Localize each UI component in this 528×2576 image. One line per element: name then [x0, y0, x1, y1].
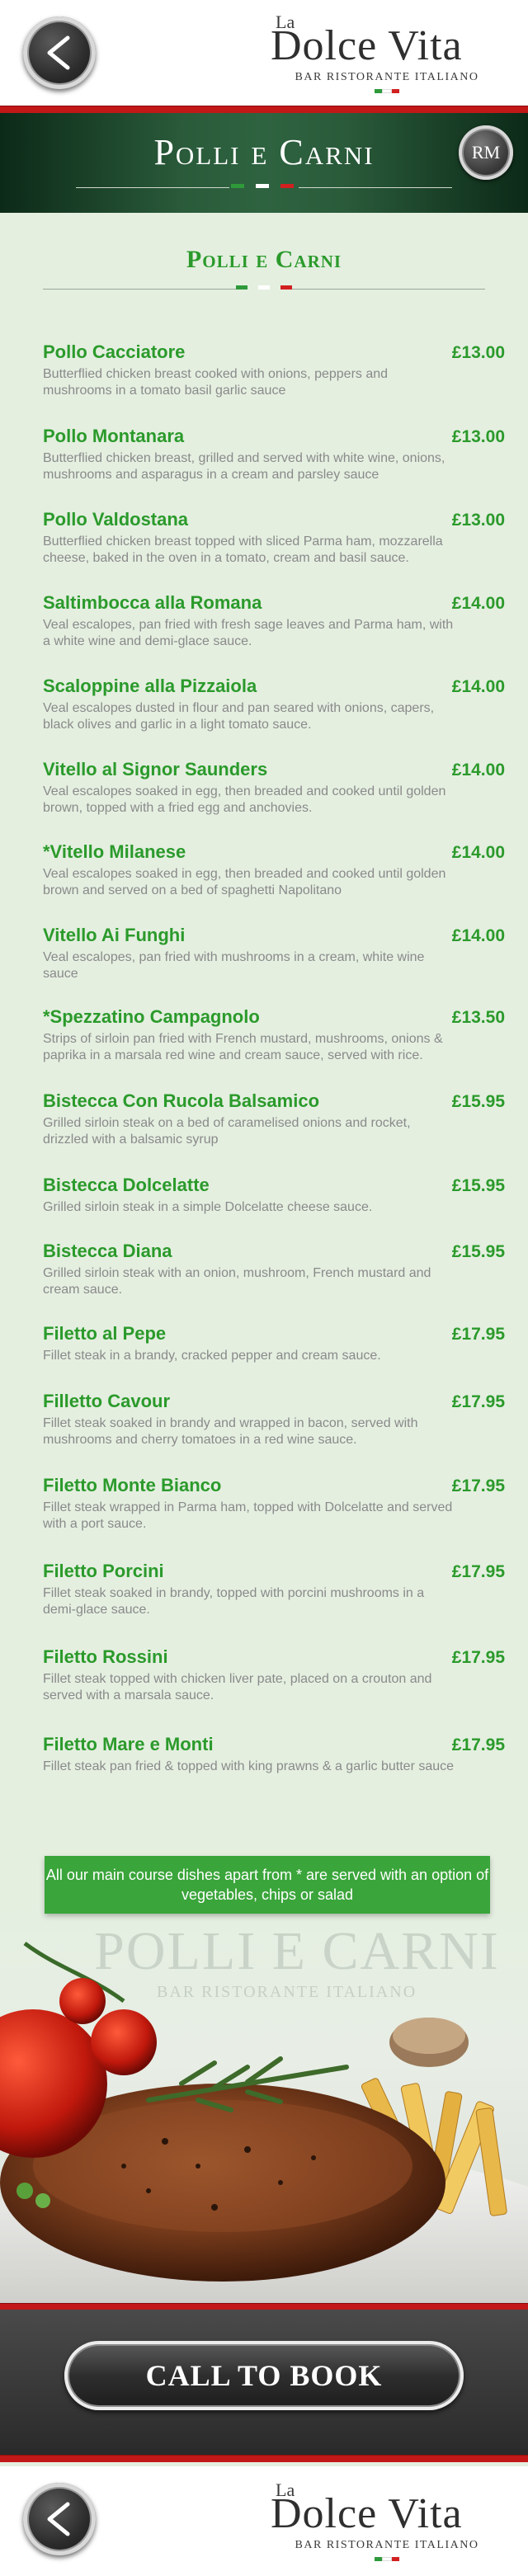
item-price: £15.95: [451, 1242, 505, 1261]
page-title: Polli e Carni: [153, 132, 375, 172]
item-description: Grilled sirloin steak with an onion, mus…: [43, 1266, 431, 1297]
item-description: Veal escalopes dusted in flour and pan s…: [43, 701, 435, 732]
food-image: POLLI E CARNI BAR RISTORANTE ITALIANO: [0, 1894, 528, 2310]
item-price: £14.00: [451, 926, 505, 945]
item-name: *Spezzatino Campagnolo: [43, 1006, 260, 1027]
item-name: Filetto Rossini: [43, 1646, 168, 1667]
back-button[interactable]: [23, 16, 96, 89]
item-description: Veal escalopes, pan fried with fresh sag…: [43, 618, 454, 648]
item-name: Filetto Monte Bianco: [43, 1475, 222, 1495]
item-description: Fillet steak wrapped in Parma ham, toppe…: [43, 1500, 453, 1531]
item-description: Butterflied chicken breast, grilled and …: [43, 451, 446, 482]
flag-stripes-icon: [231, 184, 294, 188]
section-rule-right: [292, 289, 485, 290]
red-divider-bar: [0, 106, 528, 113]
item-description: Veal escalopes, pan fried with mushrooms…: [43, 950, 425, 981]
item-price: £17.95: [451, 1562, 505, 1581]
section-title: Polli e Carni: [186, 246, 342, 273]
item-price: £13.50: [451, 1008, 505, 1027]
item-price: £17.95: [451, 1648, 505, 1667]
item-name: Vitello Ai Funghi: [43, 925, 186, 945]
item-description: Fillet steak in a brandy, cracked pepper…: [43, 1349, 381, 1363]
item-description: Butterflied chicken breast cooked with o…: [43, 367, 389, 398]
item-description: Fillet steak soaked in brandy, topped wi…: [43, 1586, 425, 1617]
top-header: La Dolce Vita BAR RISTORANTE ITALIANO: [0, 0, 528, 106]
item-name: Pollo Montanara: [43, 426, 185, 446]
item-price: £17.95: [451, 1735, 505, 1754]
item-price: £14.00: [451, 843, 505, 862]
restaurant-logo: La Dolce Vita BAR RISTORANTE ITALIANO: [271, 12, 503, 97]
rm-button[interactable]: RM: [459, 125, 513, 180]
item-description: Fillet steak topped with chicken liver p…: [43, 1672, 432, 1702]
menu-content: Polli e Carni Pollo Cacciatore £13.00 Bu…: [0, 213, 528, 1894]
title-rule-left: [76, 187, 229, 188]
item-price: £14.00: [451, 761, 505, 779]
item-price: £17.95: [451, 1325, 505, 1344]
title-rule-right: [299, 187, 452, 188]
item-price: £17.95: [451, 1392, 505, 1411]
item-description: Fillet steak pan fried & topped with kin…: [43, 1759, 455, 1773]
cta-band: CALL TO BOOK: [0, 2310, 528, 2455]
logo-name-text: Dolce Vita: [271, 22, 463, 69]
logo-name-text: Dolce Vita: [271, 2490, 463, 2537]
italian-flag-icon: [375, 89, 399, 93]
item-description: Strips of sirloin pan fried with French …: [43, 1032, 443, 1062]
item-name: Bistecca Dolcelatte: [43, 1175, 210, 1195]
call-to-book-button[interactable]: CALL TO BOOK: [64, 2341, 464, 2410]
item-price: £17.95: [451, 1476, 505, 1495]
logo-subtitle: BAR RISTORANTE ITALIANO: [295, 71, 479, 83]
item-name: Filetto Mare e Monti: [43, 1734, 214, 1754]
item-price: £13.00: [451, 511, 505, 530]
item-description: Grilled sirloin steak in a simple Dolcel…: [43, 1200, 373, 1214]
item-name: Pollo Valdostana: [43, 509, 189, 530]
item-name: Filetto Porcini: [43, 1561, 164, 1581]
item-price: £14.00: [451, 594, 505, 613]
footer: La Dolce Vita BAR RISTORANTE ITALIANO: [0, 2466, 528, 2576]
item-name: Pollo Cacciatore: [43, 341, 186, 362]
chevron-left-icon: [47, 2502, 70, 2536]
steak-dish-illustration: [0, 1941, 528, 2310]
item-name: Bistecca Diana: [43, 1241, 172, 1261]
item-price: £14.00: [451, 677, 505, 696]
chevron-left-icon: [47, 35, 70, 70]
restaurant-logo: La Dolce Vita BAR RISTORANTE ITALIANO: [271, 2479, 503, 2565]
title-band: Polli e Carni: [0, 113, 528, 213]
dish-options-note: All our main course dishes apart from * …: [45, 1856, 490, 1914]
italian-flag-icon: [375, 2557, 399, 2561]
item-price: £13.00: [451, 343, 505, 362]
back-button[interactable]: [23, 2483, 96, 2555]
item-name: Vitello al Signor Saunders: [43, 759, 268, 779]
item-description: Veal escalopes soaked in egg, then bread…: [43, 867, 446, 897]
item-price: £15.95: [451, 1176, 505, 1195]
item-name: Filetto al Pepe: [43, 1323, 167, 1344]
item-name: Bistecca Con Rucola Balsamico: [43, 1090, 320, 1111]
logo-subtitle: BAR RISTORANTE ITALIANO: [295, 2539, 479, 2551]
red-divider-bar: [0, 2455, 528, 2462]
item-description: Butterflied chicken breast topped with s…: [43, 535, 443, 565]
item-name: Saltimbocca alla Romana: [43, 592, 262, 613]
item-name: *Vitello Milanese: [43, 841, 186, 862]
item-description: Fillet steak soaked in brandy and wrappe…: [43, 1416, 418, 1447]
item-name: Scaloppine alla Pizzaiola: [43, 676, 257, 696]
flag-stripes-icon: [236, 285, 292, 290]
item-price: £13.00: [451, 427, 505, 446]
item-description: Veal escalopes soaked in egg, then bread…: [43, 784, 446, 815]
item-description: Grilled sirloin steak on a bed of carame…: [43, 1116, 411, 1147]
section-rule-left: [43, 289, 236, 290]
item-price: £15.95: [451, 1092, 505, 1111]
item-name: Filletto Cavour: [43, 1391, 171, 1411]
